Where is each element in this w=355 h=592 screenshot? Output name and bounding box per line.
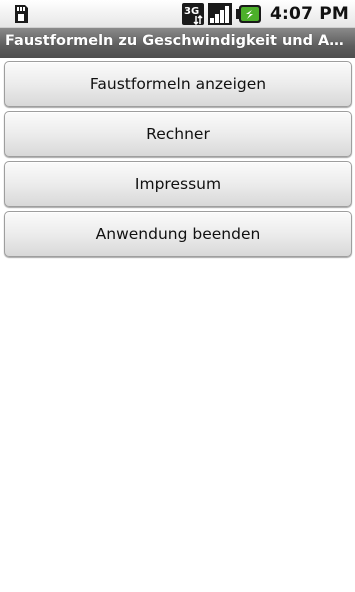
status-bar: 3G 4:07 PM xyxy=(0,0,355,28)
show-formulas-button[interactable]: Faustformeln anzeigen xyxy=(4,61,352,107)
imprint-label: Impressum xyxy=(134,175,222,193)
app-title: Faustformeln zu Geschwindigkeit und Abst… xyxy=(5,33,351,49)
calculator-label: Rechner xyxy=(146,125,210,143)
exit-app-button[interactable]: Anwendung beenden xyxy=(4,211,352,257)
show-formulas-label: Faustformeln anzeigen xyxy=(89,75,267,93)
app-title-bar: Faustformeln zu Geschwindigkeit und Abst… xyxy=(0,28,355,58)
calculator-button[interactable]: Rechner xyxy=(4,111,352,157)
imprint-button[interactable]: Impressum xyxy=(4,161,352,207)
battery-charging-icon xyxy=(236,5,262,23)
clock: 4:07 PM xyxy=(270,4,349,24)
network-3g-icon: 3G xyxy=(182,3,205,25)
svg-text:3G: 3G xyxy=(184,6,199,17)
exit-app-label: Anwendung beenden xyxy=(95,225,261,243)
status-icons: 3G 4:07 PM xyxy=(182,2,349,26)
sd-card-icon xyxy=(15,5,28,23)
main-menu: Faustformeln anzeigen Rechner Impressum … xyxy=(4,58,352,261)
signal-bars-icon xyxy=(208,3,233,25)
